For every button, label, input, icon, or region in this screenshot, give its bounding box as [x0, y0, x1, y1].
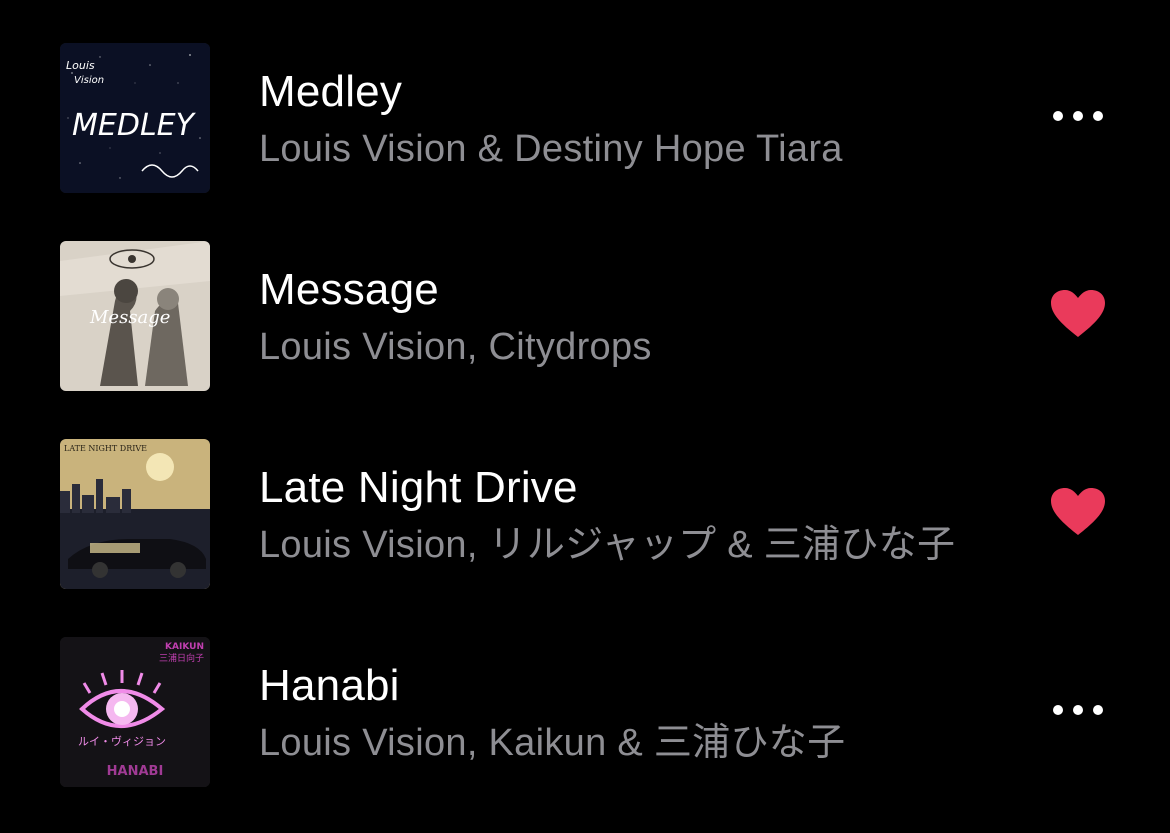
- svg-text:Vision: Vision: [74, 75, 104, 86]
- ellipsis-icon: [1053, 705, 1103, 715]
- song-row-medley[interactable]: Louis Vision MEDLEY Medley Louis Vision …: [0, 18, 1170, 216]
- more-options-button[interactable]: [1036, 674, 1120, 746]
- love-button[interactable]: [1036, 476, 1120, 548]
- song-artist: Louis Vision & Destiny Hope Tiara: [259, 128, 843, 170]
- svg-text:LATE NIGHT DRIVE: LATE NIGHT DRIVE: [64, 444, 147, 453]
- heart-icon: [1051, 290, 1105, 337]
- ellipsis-icon: [1053, 111, 1103, 121]
- medley-album-art: Louis Vision MEDLEY: [60, 43, 210, 193]
- more-options-button[interactable]: [1036, 80, 1120, 152]
- svg-text:MEDLEY: MEDLEY: [72, 108, 197, 143]
- song-title: Medley: [259, 67, 403, 116]
- song-title: Message: [259, 265, 439, 314]
- song-title: Hanabi: [259, 661, 400, 710]
- svg-text:HANABI: HANABI: [107, 764, 164, 779]
- svg-text:Louis: Louis: [66, 59, 95, 72]
- svg-text:Message: Message: [89, 307, 170, 328]
- late-night-drive-album-art: LATE NIGHT DRIVE: [60, 439, 210, 589]
- song-row-message[interactable]: Message Message Louis Vision, Citydrops: [0, 216, 1170, 414]
- song-artist: Louis Vision, Citydrops: [259, 326, 652, 368]
- next-row-peek: [560, 826, 720, 833]
- love-button[interactable]: [1036, 278, 1120, 350]
- message-album-art: Message: [60, 241, 210, 391]
- song-artist: Louis Vision, Kaikun & 三浦ひな子: [259, 722, 846, 764]
- song-list: Louis Vision MEDLEY Medley Louis Vision …: [0, 0, 1170, 833]
- hanabi-album-art: KAIKUN 三浦日向子 ルイ・ヴィジョン HANABI: [60, 637, 210, 787]
- svg-text:KAIKUN: KAIKUN: [165, 642, 204, 652]
- heart-icon: [1051, 488, 1105, 535]
- svg-text:ルイ・ヴィジョン: ルイ・ヴィジョン: [78, 734, 166, 748]
- song-row-late-night-drive[interactable]: LATE NIGHT DRIVE Late Night Drive Louis …: [0, 414, 1170, 612]
- song-row-hanabi[interactable]: KAIKUN 三浦日向子 ルイ・ヴィジョン HANABI Hanabi Loui…: [0, 612, 1170, 810]
- song-artist: Louis Vision, リルジャップ & 三浦ひな子: [259, 524, 956, 566]
- song-title: Late Night Drive: [259, 463, 578, 512]
- svg-text:三浦日向子: 三浦日向子: [159, 652, 204, 664]
